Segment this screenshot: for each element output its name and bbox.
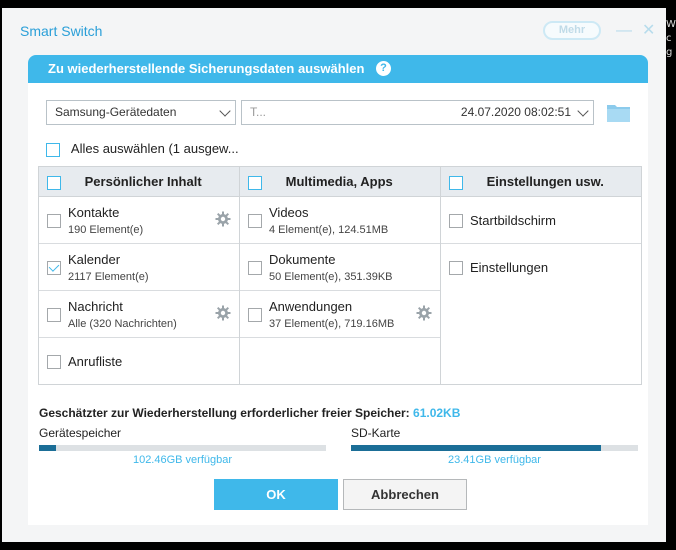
item-checkbox[interactable] xyxy=(248,308,262,322)
device-storage-bar xyxy=(39,445,326,451)
item-sub: 2117 Element(e) xyxy=(68,271,149,283)
sd-card-bar xyxy=(351,445,638,451)
item-label: Nachricht xyxy=(68,299,123,314)
list-item-anrufliste[interactable]: Anrufliste xyxy=(39,338,239,385)
folder-icon[interactable] xyxy=(606,102,631,123)
device-select-value: Samsung-Gerätedaten xyxy=(55,105,177,119)
gear-icon[interactable] xyxy=(215,211,231,227)
item-label: Anwendungen xyxy=(269,299,353,314)
item-label: Anrufliste xyxy=(68,354,123,369)
list-item-videos[interactable]: Videos 4 Element(e), 124.51MB xyxy=(240,197,440,244)
gear-icon[interactable] xyxy=(416,305,432,321)
list-item-anwendungen[interactable]: Anwendungen 37 Element(e), 719.16MB xyxy=(240,291,440,338)
titlebar: Smart Switch Mehr — ✕ xyxy=(2,8,666,54)
column-header-settings[interactable]: Einstellungen usw. xyxy=(441,167,641,197)
dialog-header: Zu wiederherstellende Sicherungsdaten au… xyxy=(28,55,648,83)
list-item-kalender[interactable]: Kalender 2117 Element(e) xyxy=(39,244,239,291)
item-sub: 37 Element(e), 719.16MB xyxy=(269,318,395,330)
required-storage: Geschätzter zur Wiederherstellung erford… xyxy=(39,406,460,420)
column-multimedia: Multimedia, Apps Videos 4 Element(e), 12… xyxy=(239,167,440,384)
list-item-nachricht[interactable]: Nachricht Alle (320 Nachrichten) xyxy=(39,291,239,338)
cancel-button[interactable]: Abbrechen xyxy=(343,479,467,510)
column-header-label: Multimedia, Apps xyxy=(285,174,393,189)
sd-card-available: 23.41GB verfügbar xyxy=(448,454,541,466)
more-button[interactable]: Mehr xyxy=(543,21,601,40)
minimize-icon[interactable]: — xyxy=(616,22,632,40)
column-header-label: Persönlicher Inhalt xyxy=(84,174,202,189)
column-personal: Persönlicher Inhalt Kontakte 190 Element… xyxy=(39,167,239,384)
select-all-checkbox[interactable] xyxy=(46,142,60,157)
close-icon[interactable]: ✕ xyxy=(642,20,655,40)
required-storage-value: 61.02KB xyxy=(413,406,461,420)
restore-dialog: Zu wiederherstellende Sicherungsdaten au… xyxy=(28,55,648,525)
list-item-einstellungen[interactable]: Einstellungen xyxy=(441,244,641,291)
background-window-fragment: W c g xyxy=(666,18,676,60)
column-settings: Einstellungen usw. Startbildschirm Einst… xyxy=(440,167,641,384)
item-sub: 190 Element(e) xyxy=(68,224,144,236)
backup-select-name: T... xyxy=(250,105,267,119)
side-char-2: c xyxy=(666,33,672,44)
app-window: Smart Switch Mehr — ✕ Zu wiederherstelle… xyxy=(2,8,666,542)
item-sub: Alle (320 Nachrichten) xyxy=(68,318,177,330)
list-item-kontakte[interactable]: Kontakte 190 Element(e) xyxy=(39,197,239,244)
item-label: Dokumente xyxy=(269,252,336,267)
select-all[interactable]: Alles auswählen (1 ausgew... xyxy=(46,141,239,157)
backup-select-date: 24.07.2020 08:02:51 xyxy=(460,105,571,119)
required-storage-label: Geschätzter zur Wiederherstellung erford… xyxy=(39,406,410,420)
sd-card-label: SD-Karte xyxy=(351,426,401,440)
item-sub: 4 Element(e), 124.51MB xyxy=(269,224,389,236)
item-sub: 50 Element(e), 351.39KB xyxy=(269,271,393,283)
column-checkbox[interactable] xyxy=(449,175,463,190)
item-label: Kalender xyxy=(68,252,121,267)
item-checkbox[interactable] xyxy=(47,214,61,228)
dialog-title: Zu wiederherstellende Sicherungsdaten au… xyxy=(48,61,365,76)
column-header-multimedia[interactable]: Multimedia, Apps xyxy=(240,167,440,197)
side-char-1: W xyxy=(666,19,676,30)
item-checkbox[interactable] xyxy=(449,261,463,275)
column-header-label: Einstellungen usw. xyxy=(486,174,604,189)
item-checkbox[interactable] xyxy=(248,261,262,275)
item-label: Videos xyxy=(269,205,309,220)
item-checkbox[interactable] xyxy=(248,214,262,228)
item-label: Startbildschirm xyxy=(470,213,556,228)
list-item-dokumente[interactable]: Dokumente 50 Element(e), 351.39KB xyxy=(240,244,440,291)
list-item-startbildschirm[interactable]: Startbildschirm xyxy=(441,197,641,244)
item-label: Kontakte xyxy=(68,205,120,220)
column-checkbox[interactable] xyxy=(248,175,262,190)
device-storage-label: Gerätespeicher xyxy=(39,426,122,440)
column-header-personal[interactable]: Persönlicher Inhalt xyxy=(39,167,239,197)
select-all-label: Alles auswählen (1 ausgew... xyxy=(70,141,239,156)
ok-button[interactable]: OK xyxy=(214,479,338,510)
side-char-3: g xyxy=(666,47,673,58)
item-checkbox[interactable] xyxy=(47,355,61,369)
app-title: Smart Switch xyxy=(20,23,103,39)
column-checkbox[interactable] xyxy=(47,175,61,190)
item-checkbox[interactable] xyxy=(47,308,61,322)
item-label: Einstellungen xyxy=(470,260,549,275)
item-checkbox[interactable] xyxy=(47,261,61,275)
category-grid: Persönlicher Inhalt Kontakte 190 Element… xyxy=(38,166,642,385)
sd-card-bar-fill xyxy=(351,445,601,451)
gear-icon[interactable] xyxy=(215,305,231,321)
chevron-down-icon xyxy=(577,105,589,117)
help-icon[interactable]: ? xyxy=(376,61,392,77)
device-select[interactable]: Samsung-Gerätedaten xyxy=(46,100,236,125)
chevron-down-icon xyxy=(219,105,231,117)
device-storage-bar-fill xyxy=(39,445,57,451)
item-checkbox[interactable] xyxy=(449,214,463,228)
backup-select[interactable]: T... 24.07.2020 08:02:51 xyxy=(241,100,594,125)
device-storage-available: 102.46GB verfügbar xyxy=(132,454,233,466)
